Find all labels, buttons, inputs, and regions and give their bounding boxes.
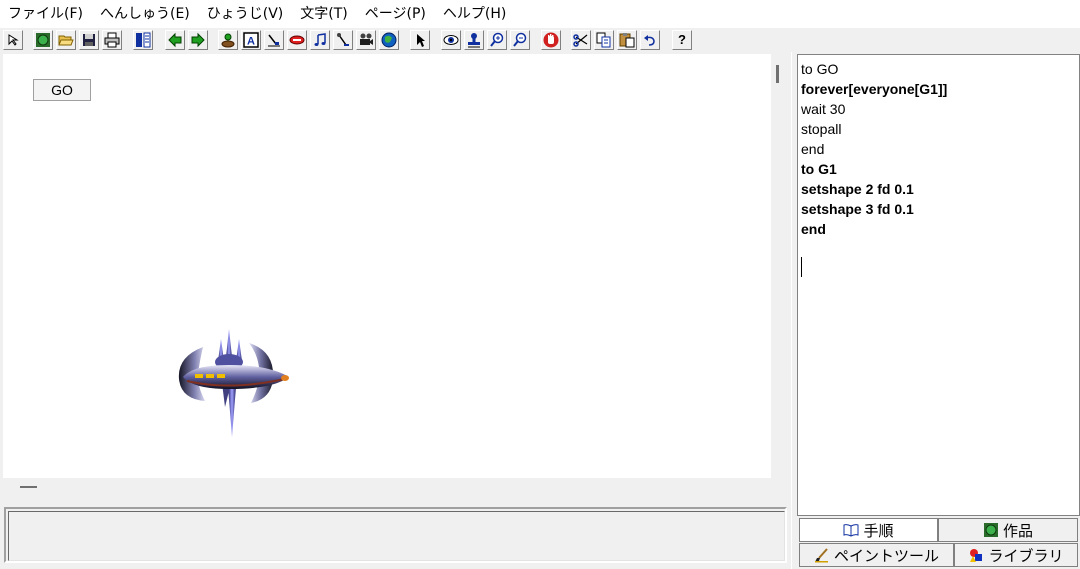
stop-all-button[interactable] (541, 30, 561, 50)
new-text-box-button[interactable]: A (241, 30, 261, 50)
code-line: forever[everyone[G1]] (801, 81, 948, 97)
select-arrow-button[interactable] (3, 30, 23, 50)
paintbrush-icon (814, 548, 828, 563)
open-button[interactable] (56, 30, 76, 50)
save-button[interactable] (79, 30, 99, 50)
zoom-in-icon (490, 32, 504, 47)
code-line: end (801, 141, 825, 157)
pointer-icon (417, 34, 425, 47)
arrow-corner-icon (8, 34, 19, 46)
tab-procedures[interactable]: 手順 (799, 518, 938, 542)
code-line: stopall (801, 121, 842, 137)
cut-button[interactable] (571, 30, 591, 50)
command-center[interactable] (4, 507, 787, 563)
copy-icon (596, 32, 611, 48)
work-area: GO (0, 52, 796, 569)
go-button[interactable]: GO (33, 79, 91, 101)
eye-icon (443, 35, 459, 45)
slider-icon (268, 34, 280, 47)
web-globe-icon (381, 32, 397, 48)
menu-view[interactable]: ひょうじ(V) (199, 0, 293, 28)
button-tool-icon (289, 35, 305, 45)
globe-icon (36, 33, 50, 47)
code-line: to GO (801, 61, 839, 77)
menu-page[interactable]: ページ(P) (357, 0, 435, 28)
menu-help[interactable]: ヘルプ(H) (435, 0, 515, 28)
shapes-library-icon (970, 549, 983, 562)
menu-text[interactable]: 文字(T) (292, 0, 356, 28)
text-caret (801, 257, 802, 277)
code-line: to G1 (801, 161, 837, 177)
page-canvas[interactable]: GO (3, 54, 771, 478)
zoom-out-icon (513, 32, 527, 47)
undo-icon (644, 35, 655, 46)
stamp-tool-button[interactable] (464, 30, 484, 50)
menu-bar: ファイル(F) へんしゅう(E) ひょうじ(V) 文字(T) ページ(P) ヘル… (0, 0, 1080, 28)
zoom-in-button[interactable] (487, 30, 507, 50)
tab-paint-tools[interactable]: ペイントツール (799, 543, 954, 567)
tab-paint-tools-label: ペイントツール (833, 546, 939, 565)
new-project-button[interactable] (33, 30, 53, 50)
text-box-icon: A (243, 32, 259, 48)
code-line: end (801, 221, 826, 237)
turtle-hatch-icon (221, 33, 235, 48)
stamp-icon (468, 33, 480, 48)
folder-open-icon (58, 35, 74, 46)
book-icon (843, 524, 859, 537)
svg-text:A: A (247, 36, 255, 48)
pointer-tool-button[interactable] (410, 30, 430, 50)
video-camera-icon (360, 33, 373, 45)
menu-file[interactable]: ファイル(F) (0, 0, 92, 28)
command-center-inner (8, 511, 785, 561)
new-button-button[interactable] (287, 30, 307, 50)
video-button[interactable] (356, 30, 376, 50)
sound-button[interactable] (333, 30, 353, 50)
new-slider-button[interactable] (264, 30, 284, 50)
procedures-pane[interactable]: to GO forever[everyone[G1]] wait 30 stop… (797, 54, 1080, 516)
arrow-right-icon (191, 32, 205, 48)
copy-button[interactable] (594, 30, 614, 50)
help-button[interactable]: ? (672, 30, 692, 50)
tab-library-label: ライブラリ (988, 546, 1064, 565)
microphone-icon (337, 33, 349, 46)
print-button[interactable] (102, 30, 122, 50)
paste-button[interactable] (617, 30, 637, 50)
spaceship-turtle[interactable] (173, 327, 293, 437)
vertical-scroll-thumb[interactable] (776, 65, 779, 83)
project-globe-icon (983, 523, 998, 537)
tab-library[interactable]: ライブラリ (954, 543, 1078, 567)
tab-projects-label: 作品 (1002, 521, 1033, 540)
arrow-left-icon (168, 32, 182, 48)
paste-icon (619, 33, 635, 48)
music-note-icon (314, 33, 326, 46)
page-sorter-button[interactable] (133, 30, 153, 50)
code-line: setshape 3 fd 0.1 (801, 201, 914, 217)
toolbar: A ? (0, 28, 1080, 52)
tab-projects[interactable]: 作品 (938, 518, 1078, 542)
floppy-disk-icon (83, 34, 95, 46)
menu-edit[interactable]: へんしゅう(E) (92, 0, 199, 28)
printer-icon (104, 32, 120, 48)
scissors-icon (573, 34, 588, 47)
new-turtle-button[interactable] (218, 30, 238, 50)
eye-tool-button[interactable] (441, 30, 461, 50)
music-button[interactable] (310, 30, 330, 50)
undo-button[interactable] (640, 30, 660, 50)
tab-procedures-label: 手順 (863, 521, 894, 540)
code-line: wait 30 (801, 101, 846, 117)
previous-page-button[interactable] (165, 30, 185, 50)
code-line: setshape 2 fd 0.1 (801, 181, 914, 197)
web-button[interactable] (379, 30, 399, 50)
zoom-out-button[interactable] (510, 30, 530, 50)
page-sorter-icon (136, 32, 151, 48)
stop-hand-icon (543, 32, 559, 48)
next-page-button[interactable] (188, 30, 208, 50)
help-question-icon: ? (678, 32, 686, 47)
horizontal-scroll-thumb[interactable] (20, 486, 37, 488)
